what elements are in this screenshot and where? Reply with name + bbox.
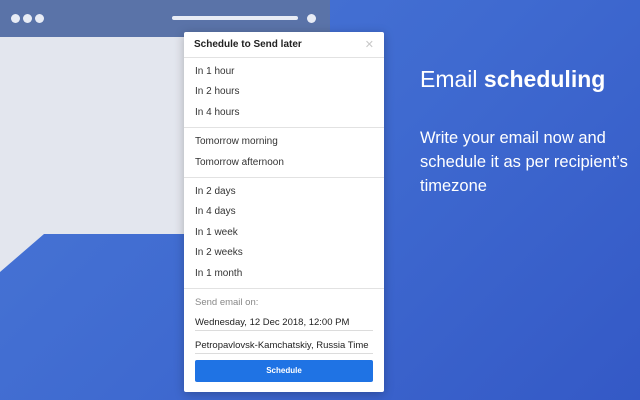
option-in-1-hour[interactable]: In 1 hour	[184, 62, 384, 82]
timezone-field[interactable]: Petropavlovsk-Kamchatskiy, Russia Time	[195, 337, 373, 354]
option-tomorrow-afternoon[interactable]: Tomorrow afternoon	[184, 153, 384, 173]
option-group-later: In 2 days In 4 days In 1 week In 2 weeks…	[184, 178, 384, 289]
promo-subtext: Write your email now and schedule it as …	[420, 129, 628, 195]
option-in-4-days[interactable]: In 4 days	[184, 202, 384, 222]
option-in-4-hours[interactable]: In 4 hours	[184, 103, 384, 123]
mock-url-bar	[172, 16, 298, 20]
window-dot-1	[11, 14, 20, 23]
option-group-tomorrow: Tomorrow morning Tomorrow afternoon	[184, 128, 384, 178]
headline-regular: Email	[420, 66, 484, 92]
send-on-section: Send email on: Wednesday, 12 Dec 2018, 1…	[184, 289, 384, 382]
promo-headline: Email scheduling	[420, 66, 630, 93]
headline-bold: scheduling	[483, 66, 606, 92]
option-in-2-days[interactable]: In 2 days	[184, 182, 384, 202]
window-dot-2	[23, 14, 32, 23]
popup-header: Schedule to Send later ✕	[184, 32, 384, 58]
window-dot-3	[35, 14, 44, 23]
send-on-label: Send email on:	[195, 296, 259, 308]
option-in-2-weeks[interactable]: In 2 weeks	[184, 243, 384, 263]
schedule-popup: Schedule to Send later ✕ In 1 hour In 2 …	[184, 32, 384, 392]
popup-title: Schedule to Send later	[194, 39, 302, 50]
option-group-hours: In 1 hour In 2 hours In 4 hours	[184, 58, 384, 129]
option-tomorrow-morning[interactable]: Tomorrow morning	[184, 132, 384, 152]
option-in-1-week[interactable]: In 1 week	[184, 223, 384, 243]
schedule-button[interactable]: Schedule	[195, 359, 373, 382]
datetime-field[interactable]: Wednesday, 12 Dec 2018, 12:00 PM	[195, 314, 373, 331]
close-icon[interactable]: ✕	[365, 38, 374, 51]
option-in-2-hours[interactable]: In 2 hours	[184, 82, 384, 102]
mock-url-dot	[307, 14, 316, 23]
option-in-1-month[interactable]: In 1 month	[184, 264, 384, 284]
